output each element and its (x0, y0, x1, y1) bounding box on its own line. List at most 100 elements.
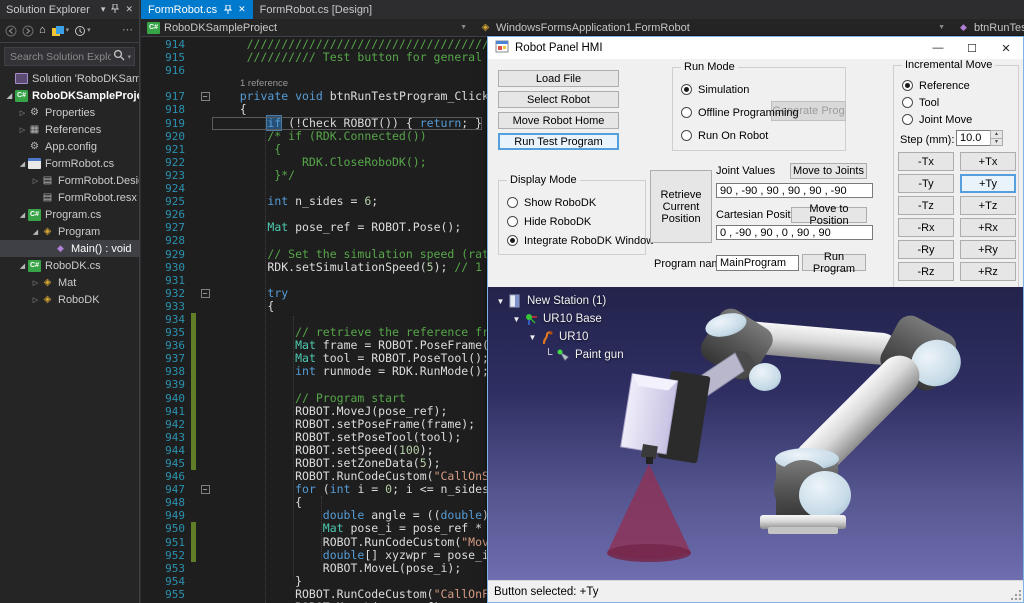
tree-item[interactable]: ▷⚙Properties (0, 104, 139, 121)
cartesian-position-input[interactable] (716, 225, 873, 240)
load-file-button[interactable]: Load File (498, 70, 619, 87)
change-bar (191, 169, 196, 182)
pin-icon[interactable] (224, 5, 232, 14)
breadcrumb-item[interactable]: C#RoboDKSampleProject▼ (141, 19, 473, 36)
tree-item[interactable]: ◢C#RoboDKSampleProject (0, 87, 139, 104)
back-icon[interactable] (5, 25, 17, 37)
pin-icon[interactable] (111, 4, 119, 15)
step-down-icon[interactable]: ▼ (991, 139, 1002, 146)
radio-integrate-robodk-window[interactable]: Integrate RoboDK Window (507, 233, 654, 248)
close-icon[interactable]: ✕ (125, 4, 133, 15)
fold-margin[interactable]: − (198, 483, 212, 496)
collapsed-icon[interactable]: ▷ (30, 279, 41, 287)
radio-simulation[interactable]: Simulation (681, 82, 749, 97)
jog-plusminus-rx-button[interactable]: +Rx (960, 218, 1016, 237)
change-bar (191, 300, 196, 313)
jog-plusminus-ry-button[interactable]: +Ry (960, 240, 1016, 259)
tree-item[interactable]: ▷◈Mat (0, 274, 139, 291)
retrieve-current-position-button[interactable]: Retrieve Current Position (650, 170, 712, 243)
move-to-joints-button[interactable]: Move to Joints (790, 163, 867, 179)
fold-margin[interactable]: − (198, 287, 212, 300)
breadcrumb-item[interactable]: ◆btnRunTestProgram_Click(object sender, … (951, 19, 1024, 36)
search-icon[interactable] (113, 48, 125, 66)
change-bar (191, 287, 196, 300)
jog-minus-ry-button[interactable]: -Ry (898, 240, 954, 259)
tree-item[interactable]: ▷▤FormRobot.Designer.cs (0, 172, 139, 189)
tab-formrobot-design[interactable]: FormRobot.cs [Design] (253, 0, 379, 19)
expanded-icon[interactable]: ◢ (17, 160, 28, 168)
forward-icon[interactable] (22, 25, 34, 37)
search-input[interactable] (8, 50, 113, 64)
station-tree-item[interactable]: ▼UR10 Base (494, 310, 624, 328)
station-tree-item[interactable]: ▼New Station (1) (494, 292, 624, 310)
joint-values-input[interactable] (716, 183, 873, 198)
jog-plusminus-tz-button[interactable]: +Tz (960, 196, 1016, 215)
tree-item[interactable]: ◢C#Program.cs (0, 206, 139, 223)
home-icon[interactable]: ⌂ (39, 25, 46, 36)
station-tree-item[interactable]: ▼UR10 (494, 328, 624, 346)
expanded-icon[interactable]: ▼ (526, 333, 539, 342)
jog-minus-tx-button[interactable]: -Tx (898, 152, 954, 171)
radio-offline-programming[interactable]: Offline Programming (681, 105, 799, 120)
expanded-icon[interactable]: ▼ (494, 297, 507, 306)
radio-show-robodk[interactable]: Show RoboDK (507, 195, 596, 210)
collapsed-icon[interactable]: ▷ (30, 296, 41, 304)
step-up-icon[interactable]: ▲ (991, 131, 1002, 139)
expanded-icon[interactable]: ◢ (17, 211, 28, 219)
maximize-button[interactable]: ☐ (955, 37, 989, 59)
collapsed-icon[interactable]: ▷ (30, 177, 41, 185)
tree-item[interactable]: ▷▦References (0, 121, 139, 138)
close-button[interactable]: ✕ (989, 37, 1023, 59)
chevron-down-icon[interactable]: ▾ (101, 4, 106, 15)
toolbar-overflow-icon[interactable]: ⋯ (122, 25, 134, 36)
close-icon[interactable]: ✕ (238, 4, 246, 15)
jog-plusminus-rz-button[interactable]: +Rz (960, 262, 1016, 281)
fold-collapse-icon[interactable]: − (201, 289, 210, 298)
expanded-icon[interactable]: ◢ (17, 262, 28, 270)
search-caret-icon[interactable]: ▾ (127, 53, 131, 61)
pending-changes-icon[interactable]: ▾ (74, 25, 91, 37)
radio-reference[interactable]: Reference (902, 78, 970, 93)
tree-item[interactable]: ▷◈RoboDK (0, 291, 139, 308)
run-test-program-button[interactable]: Run Test Program (498, 133, 619, 150)
minimize-button[interactable]: — (921, 37, 955, 59)
collapsed-icon[interactable]: ▷ (17, 109, 28, 117)
fold-collapse-icon[interactable]: − (201, 485, 210, 494)
select-robot-button[interactable]: Select Robot (498, 91, 619, 108)
tree-item[interactable]: ◢◈Program (0, 223, 139, 240)
step-input[interactable] (956, 130, 990, 146)
tree-item[interactable]: ◢C#RoboDK.cs (0, 257, 139, 274)
expanded-icon[interactable]: ◢ (4, 92, 15, 100)
collapsed-icon[interactable]: ▷ (17, 126, 28, 134)
expanded-icon[interactable]: ▼ (510, 315, 523, 324)
jog-minus-rz-button[interactable]: -Rz (898, 262, 954, 281)
program-name-input[interactable] (716, 255, 799, 271)
jog-minus-rx-button[interactable]: -Rx (898, 218, 954, 237)
jog-minus-tz-button[interactable]: -Tz (898, 196, 954, 215)
hmi-titlebar[interactable]: Robot Panel HMI — ☐ ✕ (488, 37, 1023, 59)
radio-run-on-robot[interactable]: Run On Robot (681, 128, 768, 143)
run-program-button[interactable]: Run Program (802, 254, 866, 271)
tree-item[interactable]: ▤FormRobot.resx (0, 189, 139, 206)
radio-tool[interactable]: Tool (902, 95, 939, 110)
station-tree-item[interactable]: └Paint gun (494, 346, 624, 364)
jog-plusminus-tx-button[interactable]: +Tx (960, 152, 1016, 171)
radio-joint-move[interactable]: Joint Move (902, 112, 972, 127)
tree-item[interactable]: ◢FormRobot.cs (0, 155, 139, 172)
expanded-icon[interactable]: ◢ (30, 228, 41, 236)
tree-item[interactable]: ◆Main() : void (0, 240, 139, 257)
move-to-position-button[interactable]: Move to Position (791, 207, 867, 223)
fold-collapse-icon[interactable]: − (201, 92, 210, 101)
window-layout-icon[interactable]: ▾ (51, 25, 70, 37)
tree-item[interactable]: Solution 'RoboDKSampleSo (0, 70, 139, 87)
robodk-3d-viewport[interactable]: ▼New Station (1)▼UR10 Base▼UR10└Paint gu… (488, 287, 1023, 581)
radio-hide-robodk[interactable]: Hide RoboDK (507, 214, 591, 229)
move-robot-home-button[interactable]: Move Robot Home (498, 112, 619, 129)
tab-formrobot-cs[interactable]: FormRobot.cs✕ (141, 0, 253, 19)
jog-plusminus-ty-button[interactable]: +Ty (960, 174, 1016, 193)
breadcrumb-item[interactable]: ◈WindowsFormsApplication1.FormRobot▼ (473, 19, 951, 36)
fold-margin[interactable]: − (198, 90, 212, 103)
tree-item[interactable]: ⚙App.config (0, 138, 139, 155)
resize-grip[interactable] (1011, 590, 1021, 600)
jog-minus-ty-button[interactable]: -Ty (898, 174, 954, 193)
